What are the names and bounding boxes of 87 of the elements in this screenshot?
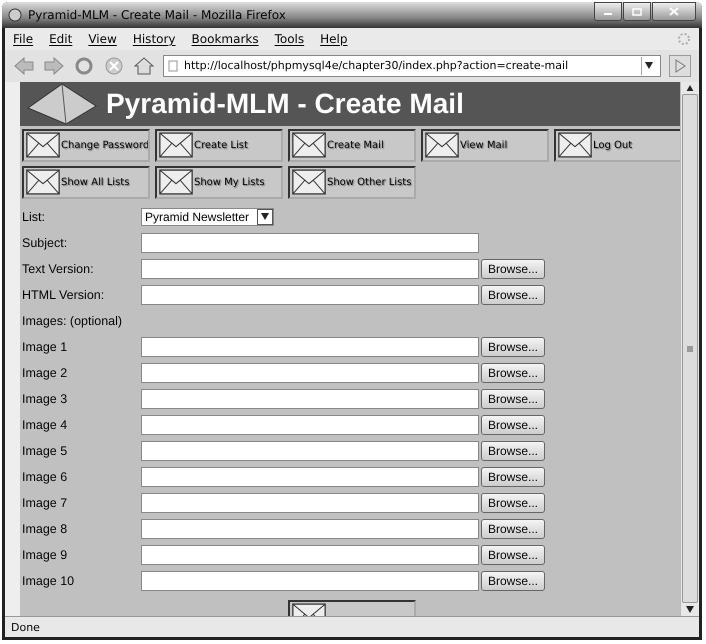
section-label: Images: (optional) <box>22 314 122 328</box>
nav-button[interactable]: View Mail <box>421 128 549 162</box>
browse-button[interactable]: Browse... <box>481 492 545 512</box>
browse-button[interactable]: Browse... <box>481 544 545 564</box>
file-path-field[interactable] <box>141 258 479 278</box>
menu-item[interactable]: Help <box>320 32 348 46</box>
envelope-icon <box>292 169 326 195</box>
nav-button[interactable]: Change Password <box>22 128 150 162</box>
field-label: Image 8 <box>22 522 68 536</box>
field-label: Image 5 <box>22 444 68 458</box>
envelope-icon <box>558 132 592 158</box>
nav-button[interactable]: Show My Lists <box>155 166 283 198</box>
history-dropdown-icon[interactable] <box>645 62 653 70</box>
browse-button[interactable]: Browse... <box>481 570 545 590</box>
envelope-icon <box>425 132 459 158</box>
file-path-field[interactable] <box>141 414 479 434</box>
field-label: List: <box>22 210 46 224</box>
file-path-field[interactable] <box>141 492 479 512</box>
status-text: Done <box>5 616 699 637</box>
maximize-button[interactable] <box>623 2 651 21</box>
throbber-icon <box>677 32 691 46</box>
browse-button[interactable]: Browse... <box>481 258 545 278</box>
go-icon[interactable] <box>669 54 691 77</box>
browse-button[interactable]: Browse... <box>481 518 545 538</box>
browse-button[interactable]: Browse... <box>481 440 545 460</box>
window-title: Pyramid-MLM - Create Mail - Mozilla Firefox <box>28 8 287 22</box>
file-path-field[interactable] <box>141 518 479 538</box>
browse-button[interactable]: Browse... <box>481 414 545 434</box>
nav-button[interactable]: Show All Lists <box>22 166 150 198</box>
field-label: Image 1 <box>22 340 68 354</box>
menu-item[interactable]: Edit <box>49 32 72 46</box>
file-path-field[interactable] <box>141 440 479 460</box>
forward-icon[interactable] <box>43 54 65 77</box>
field-label: Image 6 <box>22 470 68 484</box>
field-label: Image 9 <box>22 548 68 562</box>
field-label: Subject: <box>22 236 68 250</box>
dropdown-arrow-icon[interactable] <box>261 213 270 220</box>
envelope-icon <box>26 132 60 158</box>
reload-icon[interactable] <box>73 54 95 77</box>
close-button[interactable] <box>652 2 696 21</box>
scroll-down-icon[interactable] <box>686 606 694 614</box>
browse-button[interactable]: Browse... <box>481 362 545 382</box>
list-dropdown[interactable]: Pyramid Newsletter <box>141 208 274 226</box>
scroll-up-icon[interactable] <box>686 84 694 92</box>
file-path-field[interactable] <box>141 284 479 304</box>
nav-button[interactable]: Show Other Lists <box>288 166 416 198</box>
field-label: Text Version: <box>22 262 95 276</box>
file-path-field[interactable] <box>141 570 479 590</box>
subject-field[interactable] <box>141 232 479 252</box>
menu-item[interactable]: View <box>88 32 117 46</box>
grip-icon <box>687 346 693 352</box>
nav-button[interactable]: Create Mail <box>288 128 416 162</box>
field-label: Image 7 <box>22 496 68 510</box>
nav-button[interactable]: Create List <box>155 128 283 162</box>
menu-item[interactable]: Bookmarks <box>192 32 259 46</box>
nav-button[interactable]: Log Out <box>554 128 680 162</box>
stop-icon[interactable] <box>103 54 125 77</box>
file-path-field[interactable] <box>141 336 479 356</box>
browse-button[interactable]: Browse... <box>481 336 545 356</box>
close-icon <box>669 7 679 16</box>
file-path-field[interactable] <box>141 362 479 382</box>
field-label: Image 4 <box>22 418 68 432</box>
home-icon[interactable] <box>133 54 155 77</box>
browse-button[interactable]: Browse... <box>481 284 545 304</box>
field-label: Image 3 <box>22 392 68 406</box>
menu-item[interactable]: Tools <box>274 32 304 46</box>
menu-item[interactable]: File <box>13 32 34 46</box>
minimize-button[interactable] <box>594 2 622 21</box>
envelope-icon <box>292 132 326 158</box>
browse-button[interactable]: Browse... <box>481 466 545 486</box>
browse-button[interactable]: Browse... <box>481 388 545 408</box>
field-label: HTML Version: <box>22 288 106 302</box>
page-title: Pyramid-MLM - Create Mail <box>106 88 464 120</box>
maximize-icon <box>632 8 642 16</box>
back-icon[interactable] <box>13 54 35 77</box>
scrollbar-thumb[interactable] <box>682 94 698 604</box>
menu-item[interactable]: History <box>132 32 176 46</box>
envelope-icon <box>159 132 193 158</box>
field-label: Image 10 <box>22 574 76 588</box>
envelope-icon <box>159 169 193 195</box>
page-icon <box>168 60 178 72</box>
field-label: Image 2 <box>22 366 68 380</box>
file-path-field[interactable] <box>141 388 479 408</box>
file-path-field[interactable] <box>141 544 479 564</box>
file-path-field[interactable] <box>141 466 479 486</box>
address-bar[interactable]: http://localhost/phpmysql4e/chapter30/index.php?action=create-mail <box>163 54 661 77</box>
envelope-icon <box>26 169 60 195</box>
